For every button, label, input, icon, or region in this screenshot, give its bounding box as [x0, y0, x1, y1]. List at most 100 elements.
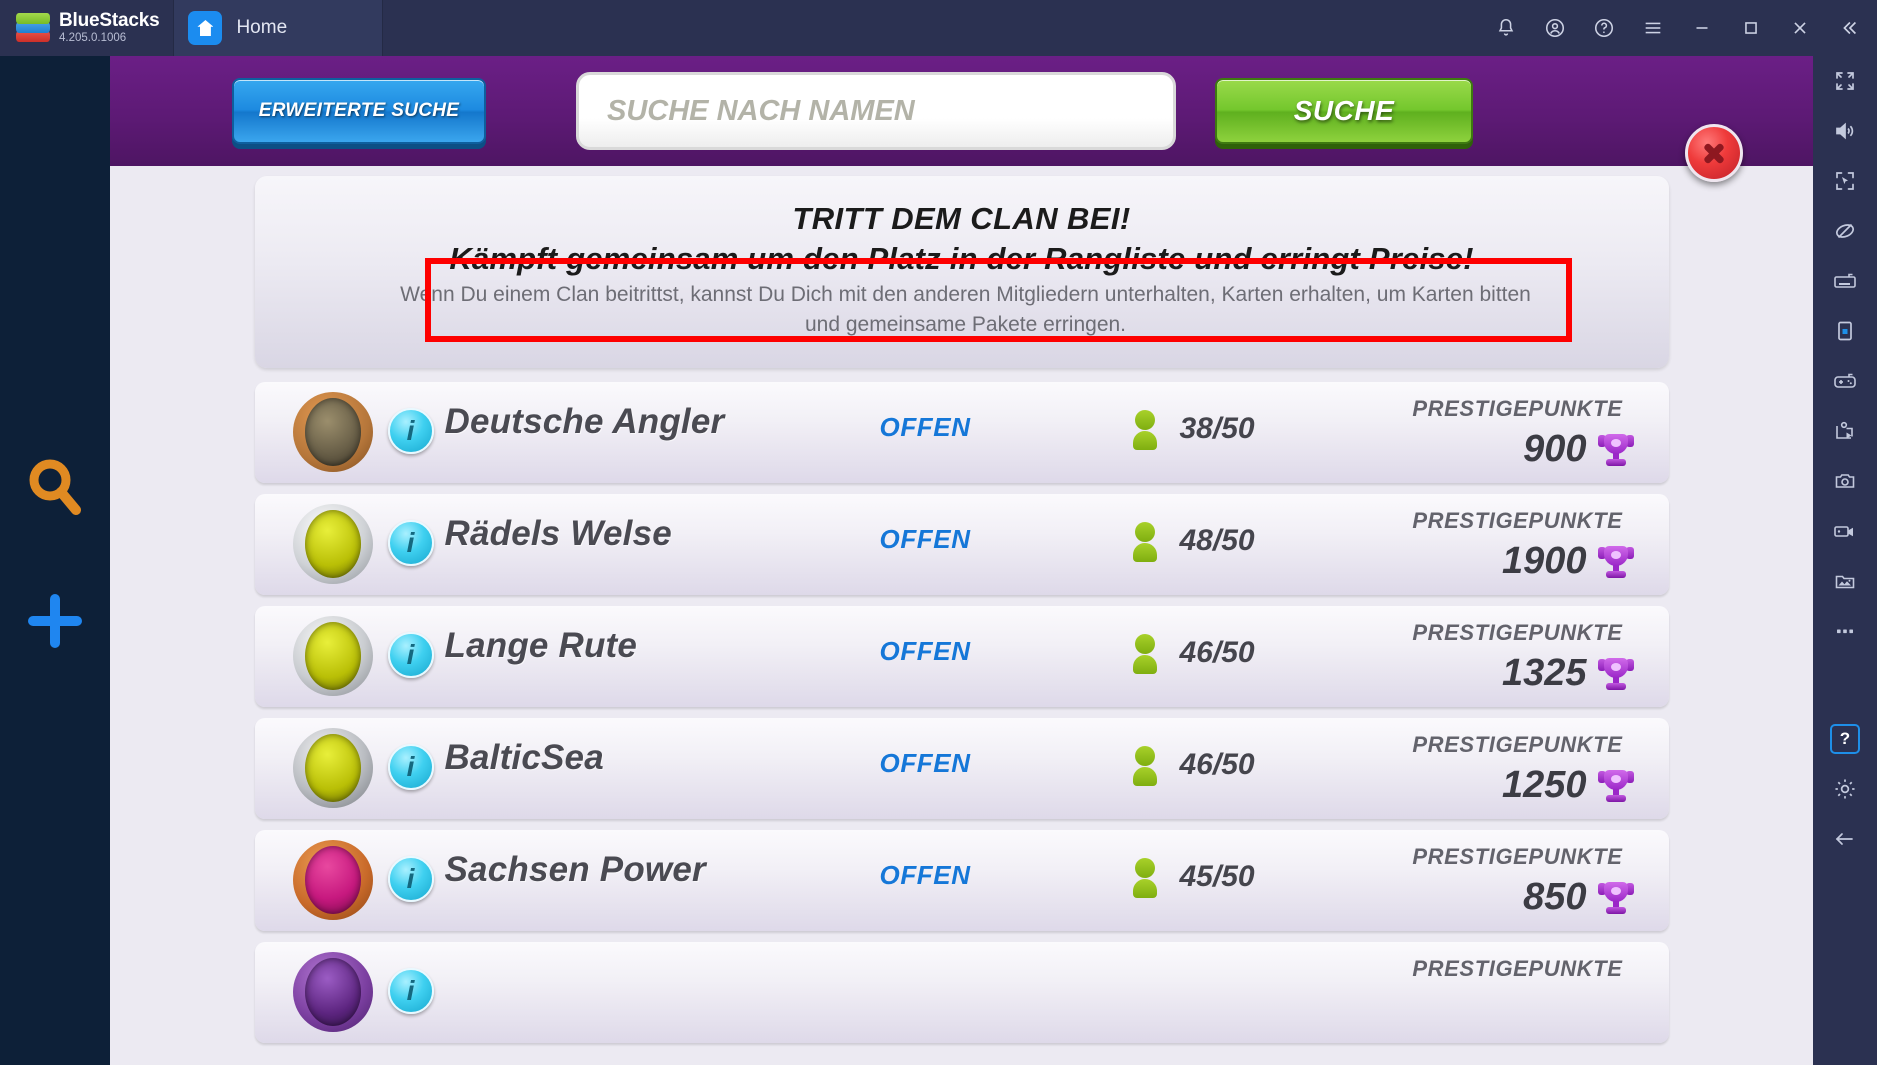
prestige-label: PRESTIGEPUNKTE	[1412, 396, 1623, 421]
bluestacks-brand: BlueStacks 4.205.0.1006	[0, 0, 174, 56]
clan-status: OFFEN	[879, 412, 971, 442]
clan-members: 45/50	[1179, 860, 1255, 893]
prestige-label: PRESTIGEPUNKTE	[1412, 956, 1623, 981]
prestige-label: PRESTIGEPUNKTE	[1412, 620, 1623, 645]
table-row[interactable]: i Rädels Welse OFFEN 48/50 PRESTIGEPUNKT…	[254, 494, 1669, 595]
shoot-mode-icon[interactable]	[1813, 156, 1877, 206]
clan-status: OFFEN	[879, 860, 971, 890]
help-icon[interactable]	[1579, 0, 1628, 56]
prestige-label: PRESTIGEPUNKTE	[1412, 508, 1623, 533]
menu-icon[interactable]	[1628, 0, 1677, 56]
bluestacks-logo-icon	[16, 13, 50, 43]
rotate-screen-icon[interactable]	[1813, 306, 1877, 356]
prestige-value-wrap: 850	[1523, 876, 1634, 919]
clan-crest	[292, 728, 373, 808]
volume-icon[interactable]	[1813, 106, 1877, 156]
fullscreen-icon[interactable]	[1813, 56, 1877, 106]
table-row[interactable]: i Deutsche Angler OFFEN 38/50 PRESTIGEPU…	[254, 382, 1669, 483]
close-icon[interactable]	[1775, 0, 1824, 56]
prestige-value: 900	[1523, 428, 1587, 470]
help-question-label: ?	[1830, 724, 1860, 754]
info-icon[interactable]: i	[387, 632, 434, 678]
member-icon	[1132, 410, 1157, 450]
home-icon	[188, 11, 223, 45]
clan-members: 46/50	[1179, 748, 1255, 781]
tab-home[interactable]: Home	[173, 0, 384, 56]
record-video-icon[interactable]	[1813, 506, 1877, 556]
info-icon[interactable]: i	[387, 520, 434, 566]
left-rail	[0, 56, 110, 1065]
clan-status: OFFEN	[879, 524, 971, 554]
prestige-value-wrap: 1900	[1502, 540, 1635, 583]
prestige-label: PRESTIGEPUNKTE	[1412, 844, 1623, 869]
search-submit-button[interactable]: SUCHE	[1215, 78, 1473, 144]
brand-title: BlueStacks	[59, 10, 160, 31]
prestige-value: 1250	[1501, 764, 1587, 806]
macro-play-icon[interactable]	[1813, 406, 1877, 456]
clan-status: OFFEN	[879, 748, 971, 778]
trophy-icon	[1597, 879, 1635, 917]
add-plus-icon[interactable]	[25, 591, 85, 651]
maximize-icon[interactable]	[1726, 0, 1775, 56]
clan-members: 46/50	[1179, 636, 1255, 669]
clan-list: i Deutsche Angler OFFEN 38/50 PRESTIGEPU…	[254, 382, 1669, 1043]
prestige-value-wrap: 900	[1523, 428, 1634, 471]
clan-crest	[292, 504, 373, 584]
search-input-wrap[interactable]	[576, 72, 1176, 150]
trophy-icon	[1597, 543, 1635, 581]
table-row[interactable]: i Lange Rute OFFEN 46/50 PRESTIGEPUNKTE …	[254, 606, 1669, 707]
info-icon[interactable]: i	[387, 408, 434, 454]
keyboard-icon[interactable]	[1813, 256, 1877, 306]
back-arrow-icon[interactable]	[1813, 814, 1877, 864]
clan-crest	[292, 840, 373, 920]
member-icon	[1132, 746, 1157, 786]
help-question-icon[interactable]: ?	[1813, 714, 1877, 764]
media-manager-icon[interactable]	[1813, 556, 1877, 606]
brand-version: 4.205.0.1006	[59, 32, 127, 44]
prestige-value: 1900	[1501, 540, 1587, 582]
titlebar-spacer	[383, 0, 1481, 56]
clan-name: Deutsche Angler	[444, 402, 725, 441]
prestige-value: 1325	[1501, 652, 1587, 694]
prestige-value: 850	[1523, 876, 1587, 918]
trophy-icon	[1597, 767, 1635, 805]
clan-crest	[292, 952, 373, 1032]
member-icon	[1132, 858, 1157, 898]
info-icon[interactable]: i	[387, 968, 434, 1014]
minimize-icon[interactable]	[1677, 0, 1726, 56]
trophy-icon	[1597, 431, 1635, 469]
clan-members: 38/50	[1179, 412, 1255, 445]
info-icon[interactable]: i	[387, 744, 434, 790]
title-bar: BlueStacks 4.205.0.1006 Home Fishing Cla…	[0, 0, 1877, 1065]
screenshot-icon[interactable]	[1813, 456, 1877, 506]
notifications-icon[interactable]	[1481, 0, 1530, 56]
eye-off-icon[interactable]	[1813, 206, 1877, 256]
banner-description: Wenn Du einem Clan beitrittst, kannst Du…	[400, 283, 1531, 336]
table-row[interactable]: i PRESTIGEPUNKTE	[254, 942, 1669, 1043]
window-controls	[1481, 0, 1877, 56]
search-input[interactable]	[607, 94, 1140, 128]
clan-crest	[292, 392, 373, 472]
table-row[interactable]: i BalticSea OFFEN 46/50 PRESTIGEPUNKTE 1…	[254, 718, 1669, 819]
settings-gear-icon[interactable]	[1813, 764, 1877, 814]
more-options-icon[interactable]	[1813, 606, 1877, 656]
account-icon[interactable]	[1530, 0, 1579, 56]
prestige-value-wrap: 1250	[1502, 764, 1635, 807]
collapse-icon[interactable]	[1824, 0, 1873, 56]
join-clan-banner: TRITT DEM CLAN BEI! Kämpft gemeinsam um …	[254, 176, 1669, 368]
table-row[interactable]: i Sachsen Power OFFEN 45/50 PRESTIGEPUNK…	[254, 830, 1669, 931]
search-submit-label: SUCHE	[1293, 95, 1395, 126]
search-bar: ERWEITERTE SUCHE SUCHE	[110, 56, 1813, 182]
member-icon	[1132, 522, 1157, 562]
advanced-search-button[interactable]: ERWEITERTE SUCHE	[232, 78, 486, 144]
clan-members: 48/50	[1179, 524, 1255, 557]
gamepad-icon[interactable]	[1813, 356, 1877, 406]
clan-name: BalticSea	[444, 738, 604, 777]
prestige-label: PRESTIGEPUNKTE	[1412, 732, 1623, 757]
search-magnifier-icon[interactable]	[24, 456, 86, 520]
banner-subheading: Kämpft gemeinsam um den Platz in der Ran…	[449, 241, 1474, 276]
clan-name: Rädels Welse	[444, 514, 672, 553]
bluestacks-window: BlueStacks 4.205.0.1006 Home Fishing Cla…	[0, 0, 1877, 1065]
info-icon[interactable]: i	[387, 856, 434, 902]
trophy-icon	[1597, 655, 1635, 693]
